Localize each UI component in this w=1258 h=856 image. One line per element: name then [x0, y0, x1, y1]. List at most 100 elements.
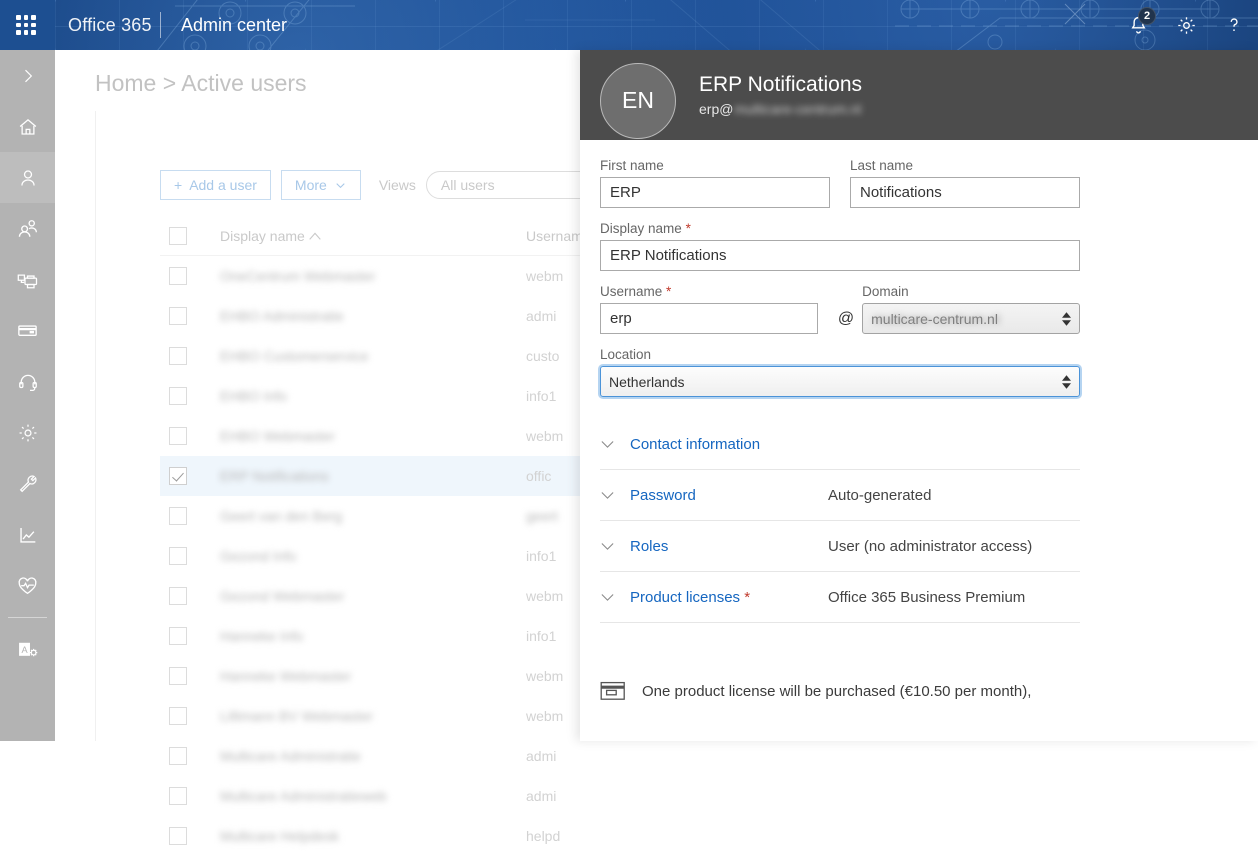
row-checkbox[interactable] [169, 827, 187, 845]
row-checkbox[interactable] [169, 387, 187, 405]
person-icon [20, 169, 35, 186]
wrench-icon [19, 474, 37, 492]
display-name-field[interactable] [600, 240, 1080, 271]
chevron-down-icon [600, 439, 630, 449]
cell-display-name: Lillimann BV Webmaster [220, 708, 526, 724]
suite-header: Office 365 Admin center 2 [0, 0, 1258, 50]
sidebar-item-setup[interactable] [0, 458, 55, 509]
domain-select-wrap: multicare-centrum.nl multicare-centrum.n… [862, 303, 1080, 334]
notification-badge: 2 [1138, 7, 1156, 25]
chevron-down-icon [600, 592, 630, 602]
sidebar-item-users[interactable] [0, 152, 55, 203]
domain-select[interactable]: multicare-centrum.nl [862, 303, 1080, 334]
sidebar-item-home[interactable] [0, 101, 55, 152]
breadcrumb[interactable]: Home > Active users [95, 70, 307, 97]
table-row[interactable]: Multicare Administratie admi [160, 736, 1258, 776]
column-display-name[interactable]: Display name [220, 228, 526, 244]
username-text: admi [526, 308, 557, 324]
sidebar-item-admin-centers[interactable]: A [0, 624, 55, 675]
brand-office365[interactable]: Office 365 [68, 0, 152, 50]
name-row: First name Last name [600, 158, 1080, 208]
cell-display-name: Multicare Administratieweb [220, 788, 526, 804]
sidebar-item-resources[interactable] [0, 254, 55, 305]
display-name-required-marker: * [685, 221, 691, 236]
row-checkbox[interactable] [169, 267, 187, 285]
chart-icon [19, 527, 35, 543]
credit-card-icon [600, 681, 625, 700]
gear-icon [19, 424, 36, 441]
display-name-group: Display name * [600, 221, 1080, 271]
purchase-note-text: One product license will be purchased (€… [642, 682, 1032, 700]
username-text: admi [526, 748, 557, 764]
username-label-text: Username [600, 284, 663, 299]
collapsible-sections: Contact information Password Auto-generate… [600, 419, 1080, 623]
people-icon [18, 220, 37, 237]
row-checkbox[interactable] [169, 547, 187, 565]
row-checkbox[interactable] [169, 507, 187, 525]
app-name-admin-center[interactable]: Admin center [181, 0, 287, 50]
section-product-licenses[interactable]: Product licenses * Office 365 Business Pr… [600, 572, 1080, 623]
row-checkbox[interactable] [169, 427, 187, 445]
app-launcher-icon[interactable] [16, 15, 36, 35]
username-text: info1 [526, 388, 557, 404]
heart-pulse-icon [18, 577, 37, 595]
add-user-button[interactable]: + Add a user [160, 170, 271, 200]
cell-display-name: EHBO Info [220, 388, 526, 404]
last-name-field[interactable] [850, 177, 1080, 208]
sidebar-item-groups[interactable] [0, 203, 55, 254]
display-name-label: Display name * [600, 221, 1080, 236]
row-checkbox[interactable] [169, 587, 187, 605]
username-required-marker: * [666, 284, 672, 299]
table-row[interactable]: Multicare Administratieweb admi [160, 776, 1258, 816]
settings-button[interactable] [1162, 0, 1210, 50]
display-name-text: Lillimann BV Webmaster [220, 708, 374, 724]
username-text: helpd [526, 828, 561, 844]
display-name-text: EHBO Customerservice [220, 348, 369, 364]
row-checkbox[interactable] [169, 667, 187, 685]
chevron-down-icon [600, 490, 630, 500]
row-checkbox[interactable] [169, 627, 187, 645]
row-select-cell [160, 787, 220, 805]
admin-a-icon: A [19, 642, 38, 657]
cell-display-name: Hanneke Info [220, 628, 526, 644]
cell-username: admi [526, 788, 1258, 804]
panel-header: EN ERP Notifications erp@ multicare-cent… [580, 50, 1258, 140]
section-roles[interactable]: Roles User (no administrator access) [600, 521, 1080, 572]
row-checkbox[interactable] [169, 347, 187, 365]
row-checkbox[interactable] [169, 707, 187, 725]
notifications-button[interactable]: 2 [1114, 0, 1162, 50]
sidebar-item-health[interactable] [0, 560, 55, 611]
username-text: offic [526, 468, 552, 484]
username-field[interactable] [600, 303, 818, 334]
section-password[interactable]: Password Auto-generated [600, 470, 1080, 521]
section-contact-information[interactable]: Contact information [600, 419, 1080, 470]
first-name-field[interactable] [600, 177, 830, 208]
username-label: Username * [600, 284, 818, 299]
cell-username: helpd [526, 828, 1258, 844]
more-button[interactable]: More [280, 170, 361, 200]
table-row[interactable]: Multicare Helpdesk helpd [160, 816, 1258, 856]
select-all-checkbox[interactable] [169, 226, 187, 245]
sidebar-item-reports[interactable] [0, 509, 55, 560]
row-checkbox[interactable] [169, 307, 187, 325]
cell-display-name: Gezond Info [220, 548, 526, 564]
panel-title: ERP Notifications [699, 72, 863, 96]
panel-email-user: erp@ [699, 100, 734, 117]
location-group: Location Netherlands [600, 347, 1080, 397]
sidebar-item-billing[interactable] [0, 305, 55, 356]
last-name-label: Last name [850, 158, 914, 173]
row-checkbox[interactable] [169, 747, 187, 765]
sidebar-item-settings[interactable] [0, 407, 55, 458]
at-separator: @ [837, 310, 855, 327]
location-select[interactable]: Netherlands [600, 366, 1080, 397]
cell-display-name: Gezond Webmaster [220, 588, 526, 604]
avatar: EN [600, 62, 676, 139]
sidebar-item-expand-nav[interactable] [0, 50, 55, 101]
row-checkbox[interactable] [169, 467, 187, 485]
display-name-text: ERP Notifications [220, 468, 329, 484]
username-text: webm [526, 668, 564, 684]
views-value: All users [440, 177, 495, 193]
help-button[interactable] [1210, 0, 1258, 50]
sidebar-item-support[interactable] [0, 356, 55, 407]
row-checkbox[interactable] [169, 787, 187, 805]
